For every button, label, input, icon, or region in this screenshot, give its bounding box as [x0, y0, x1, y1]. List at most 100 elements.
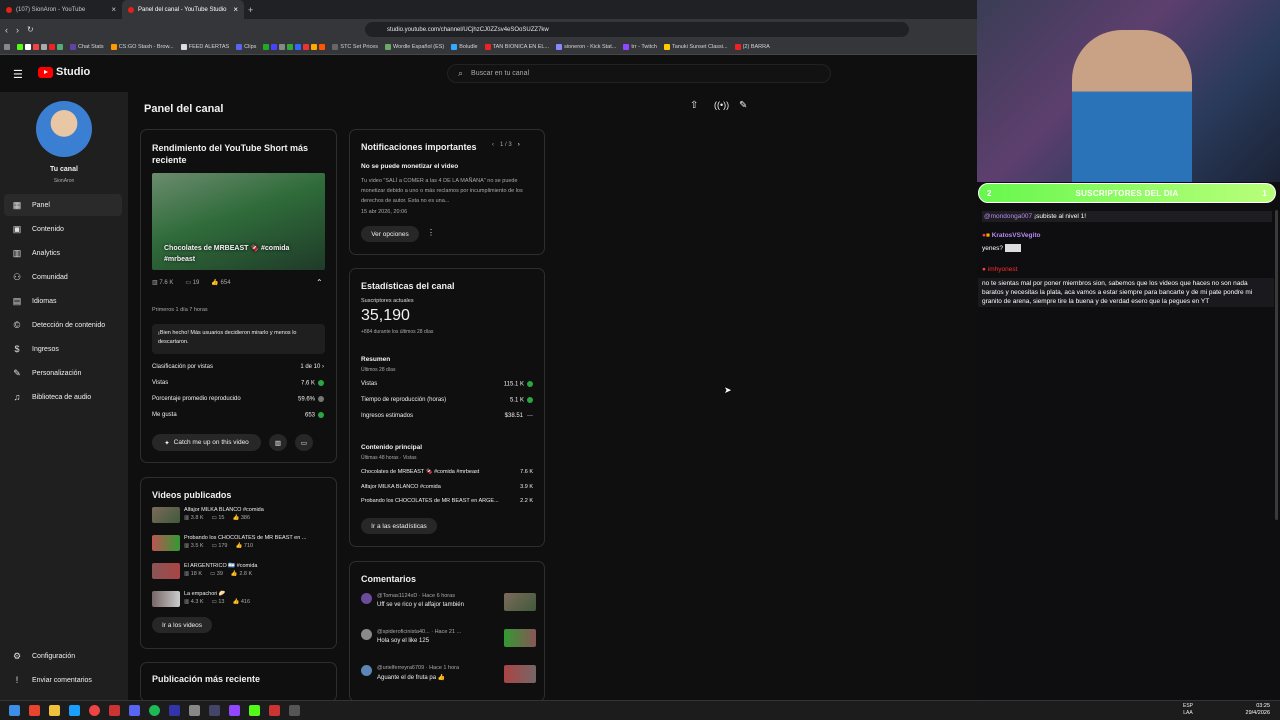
app-icon[interactable] — [109, 705, 120, 716]
bookmark-item[interactable]: Tanuki Sunset Classi... — [663, 44, 728, 50]
kick-icon[interactable] — [249, 705, 260, 716]
sidebar-item-personalizacion[interactable]: ✎ Personalización — [4, 362, 122, 384]
list-item[interactable]: El ARGENTRICO 🇦🇷 #comida ▥ 18 K ▭ 39 👍 2.8 … — [152, 563, 327, 591]
list-item[interactable]: @Tomas1124xD · Hace 6 horas Uff se ve ric… — [361, 593, 536, 629]
app-icon[interactable] — [189, 705, 200, 716]
close-icon[interactable]: × — [111, 5, 116, 14]
bookmark-item[interactable]: Boludle — [451, 44, 478, 50]
sidebar-item-deteccion[interactable]: © Detección de contenido — [4, 314, 122, 336]
notifications-pager: ‹ 1 / 3 › — [492, 142, 520, 148]
apps-icon[interactable] — [4, 44, 10, 50]
more-icon[interactable]: ⋮ — [427, 228, 435, 237]
bookmark-item[interactable]: sioneron - Kick Stat... — [556, 44, 616, 50]
stat-row: Me gusta 653 — [152, 412, 324, 419]
twitch-icon[interactable] — [229, 705, 240, 716]
search-input[interactable]: ⌕ Buscar en tu canal — [447, 64, 831, 83]
analytics-button[interactable]: ▥ — [269, 434, 287, 451]
comment-list: @Tomas1124xD · Hace 6 horas Uff se ve ric… — [361, 593, 536, 701]
forward-icon[interactable]: › — [16, 25, 19, 35]
catch-up-button[interactable]: ✦ Catch me up on this video — [152, 434, 261, 451]
bookmark-item[interactable] — [263, 44, 326, 50]
views-icon: ▥ 7.6 K — [152, 280, 174, 286]
sidebar-item-idiomas[interactable]: ▤ Idiomas — [4, 290, 122, 312]
view-options-button[interactable]: Ver opciones — [361, 226, 419, 242]
upload-icon[interactable]: ⇧ — [690, 100, 698, 111]
chevron-left-icon[interactable]: ‹ — [492, 142, 494, 148]
tab-title: (107) SionAron - YouTube — [16, 6, 86, 13]
app-icon[interactable] — [169, 705, 180, 716]
chat-scrollbar[interactable] — [1275, 210, 1278, 520]
app-icon[interactable] — [269, 705, 280, 716]
studio-logo[interactable]: Studio — [38, 66, 90, 78]
bookmark-item[interactable]: Wordle Español (ES) — [385, 44, 444, 50]
bookmark-item[interactable]: Chat Stats — [70, 44, 104, 50]
back-icon[interactable]: ‹ — [5, 25, 8, 35]
browser-tab-bar: (107) SionAron - YouTube × Panel del cana… — [0, 0, 977, 19]
app-icon[interactable] — [209, 705, 220, 716]
notification-heading: No se puede monetizar el video — [361, 163, 459, 170]
sidebar-item-panel[interactable]: ▦ Panel — [4, 194, 122, 216]
steam-icon[interactable] — [69, 705, 80, 716]
go-to-analytics-button[interactable]: Ir a las estadísticas — [361, 518, 437, 534]
create-post-icon[interactable]: ✎ — [739, 100, 747, 111]
new-tab-icon[interactable]: + — [244, 5, 253, 15]
spotify-icon[interactable] — [149, 705, 160, 716]
sidebar-item-biblioteca[interactable]: ♫ Biblioteca de audio — [4, 386, 122, 408]
browser-icon[interactable] — [29, 705, 40, 716]
browser-tab-active[interactable]: Panel del canal - YouTube Studio × — [122, 0, 244, 19]
sidebar-item-comunidad[interactable]: ⚇ Comunidad — [4, 266, 122, 288]
bookmark-item[interactable]: FEED ALERTAS — [180, 44, 229, 50]
bookmark-item[interactable]: (2) BARRA — [734, 44, 770, 50]
sidebar-item-feedback[interactable]: ! Enviar comentarios — [4, 669, 122, 691]
list-item[interactable]: La empachori 🥟 ▥ 4.3 K ▭ 13 👍 416 — [152, 591, 327, 619]
chrome-icon[interactable] — [89, 705, 100, 716]
chat-message: @mondonga007 ¡subiste al nivel 1! — [982, 211, 1272, 222]
bookmark-item[interactable] — [17, 44, 63, 50]
comments-button[interactable]: ▭ — [295, 434, 313, 451]
sidebar-item-contenido[interactable]: ▣ Contenido — [4, 218, 122, 240]
go-to-videos-button[interactable]: Ir a los videos — [152, 617, 212, 633]
short-period: Primeros 1 día 7 horas — [152, 307, 208, 313]
folder-icon[interactable] — [49, 705, 60, 716]
bookmark-item[interactable]: TAN BIONICA EN EL... — [484, 44, 549, 50]
copyright-icon: © — [13, 320, 21, 330]
stat-row[interactable]: Clasificación por vistas 1 de 10 › — [152, 364, 324, 370]
stat-row: Vistas 115.1 K — [361, 381, 533, 388]
browser-tab[interactable]: (107) SionAron - YouTube × — [0, 0, 122, 19]
customize-icon: ✎ — [13, 367, 21, 378]
live-icon[interactable]: ((•)) — [714, 100, 729, 110]
chevron-right-icon[interactable]: › — [518, 142, 520, 148]
list-item[interactable]: @spideroficinista40... · Hace 21 ... Hola… — [361, 629, 536, 665]
language-indicator[interactable]: ESP LAA — [1183, 703, 1193, 717]
top-content-row[interactable]: Probando los CHOCOLATES de MR BEAST en A… — [361, 498, 533, 504]
bookmark-item[interactable]: trr - Twitch — [623, 44, 657, 50]
avatar[interactable] — [36, 101, 92, 157]
mouse-cursor: ➤ — [724, 385, 732, 395]
bookmark-item[interactable]: STC Set Prices — [332, 44, 378, 50]
list-item[interactable]: Probando los CHOCOLATES de MR BEAST en .… — [152, 535, 327, 563]
top-content-row[interactable]: Alfajor MILKA BLANCO #comida 3.9 K — [361, 484, 533, 490]
menu-icon[interactable]: ☰ — [13, 68, 23, 81]
close-icon[interactable]: × — [233, 5, 238, 14]
reload-icon[interactable]: ↻ — [27, 25, 34, 34]
clock[interactable]: 03:25 29/4/2026 — [1246, 703, 1270, 717]
chevron-up-icon[interactable]: ⌃ — [316, 278, 323, 287]
channel-name: SionAron — [53, 178, 75, 184]
bookmark-item[interactable]: CS:GO Stash - Brow... — [110, 44, 174, 50]
up-icon — [527, 397, 533, 403]
discord-icon[interactable] — [129, 705, 140, 716]
sidebar-item-analytics[interactable]: ▥ Analytics — [4, 242, 122, 264]
top-content-title: Contenido principal — [361, 444, 423, 451]
bookmark-item[interactable]: Clips — [236, 44, 256, 50]
summary-title: Resumen — [361, 356, 391, 363]
top-content-row[interactable]: Chocolates de MRBEAST 🍫 #comida #mrbeast… — [361, 469, 533, 475]
list-item[interactable]: Alfajor MILKA BLANCO #comida ▥ 3.8 K ▭ 15 👍… — [152, 507, 327, 535]
sidebar-item-configuracion[interactable]: ⚙ Configuración — [4, 645, 122, 667]
windows-start-icon[interactable] — [9, 705, 20, 716]
app-icon[interactable] — [289, 705, 300, 716]
subtitles-icon: ▤ — [12, 295, 22, 306]
list-item[interactable]: @urielferreyra6709 · Hace 1 hora Aguante … — [361, 665, 536, 701]
sidebar-item-ingresos[interactable]: $ Ingresos — [4, 338, 122, 360]
url-field[interactable]: studio.youtube.com/channel/UCjhzCJ0ZZsv4… — [365, 22, 909, 37]
youtube-logo-icon — [38, 66, 53, 78]
